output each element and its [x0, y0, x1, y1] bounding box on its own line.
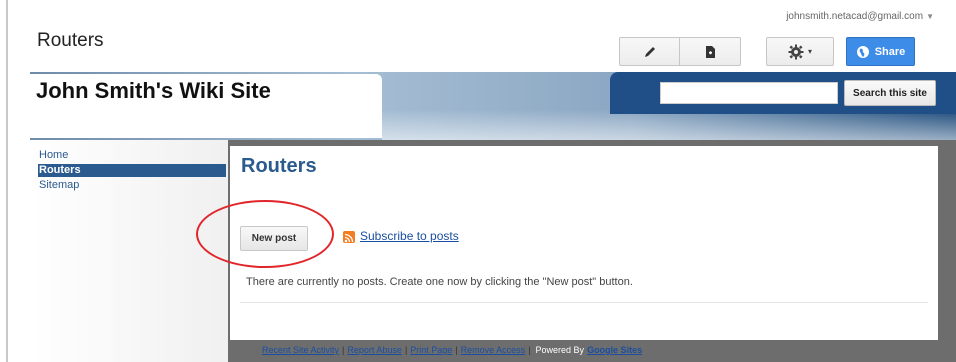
new-page-button[interactable] — [680, 38, 740, 65]
powered-by-text: Powered By — [535, 345, 585, 355]
edit-page-button[interactable] — [620, 38, 680, 65]
new-page-icon — [706, 45, 715, 58]
rss-icon[interactable] — [343, 231, 355, 243]
footer: Recent Site Activity | Report Abuse | Print … — [262, 345, 642, 355]
pencil-icon — [644, 46, 655, 57]
footer-link-remove-access[interactable]: Remove Access — [461, 345, 526, 355]
settings-caret-icon: ▾ — [807, 47, 812, 56]
share-label: Share — [874, 45, 906, 58]
page-name: Routers — [37, 30, 104, 51]
edit-tools-group — [619, 37, 741, 66]
sidebar-item-home[interactable]: Home — [38, 149, 226, 162]
sidebar-item-routers[interactable]: Routers — [38, 164, 226, 177]
sidebar-item-sitemap[interactable]: Sitemap — [38, 179, 226, 192]
browser-edge — [6, 0, 8, 362]
google-sites-link[interactable]: Google Sites — [587, 345, 642, 355]
subscribe-to-posts-link[interactable]: Subscribe to posts — [360, 229, 459, 243]
footer-separator: | — [342, 345, 345, 355]
page: Routers johnsmith.netacad@gmail.com▼ ▾ — [0, 0, 956, 362]
chevron-down-icon[interactable]: ▼ — [926, 12, 934, 21]
main-content — [230, 146, 938, 340]
highlight-annotation — [196, 200, 334, 268]
gear-icon — [788, 44, 804, 59]
share-button[interactable]: Share — [846, 37, 915, 66]
globe-icon — [856, 45, 869, 58]
account-menu[interactable]: johnsmith.netacad@gmail.com ▼ — [786, 11, 934, 22]
rss-glyph — [344, 233, 354, 243]
footer-separator: | — [528, 345, 531, 355]
page-title: Routers — [241, 155, 317, 177]
search-input[interactable] — [660, 82, 838, 104]
footer-separator: | — [404, 345, 408, 355]
footer-link-report-abuse[interactable]: Report Abuse — [347, 345, 402, 355]
empty-posts-message: There are currently no posts. Create one… — [246, 276, 633, 288]
site-title[interactable]: John Smith's Wiki Site — [36, 78, 271, 104]
content-divider — [240, 302, 928, 303]
settings-button[interactable]: ▾ — [766, 37, 834, 66]
footer-link-print-page[interactable]: Print Page — [410, 345, 452, 355]
footer-separator: | — [455, 345, 458, 355]
footer-link-recent-activity[interactable]: Recent Site Activity — [262, 345, 339, 355]
search-site-button[interactable]: Search this site — [844, 80, 936, 106]
account-email[interactable]: johnsmith.netacad@gmail.com — [786, 11, 923, 22]
